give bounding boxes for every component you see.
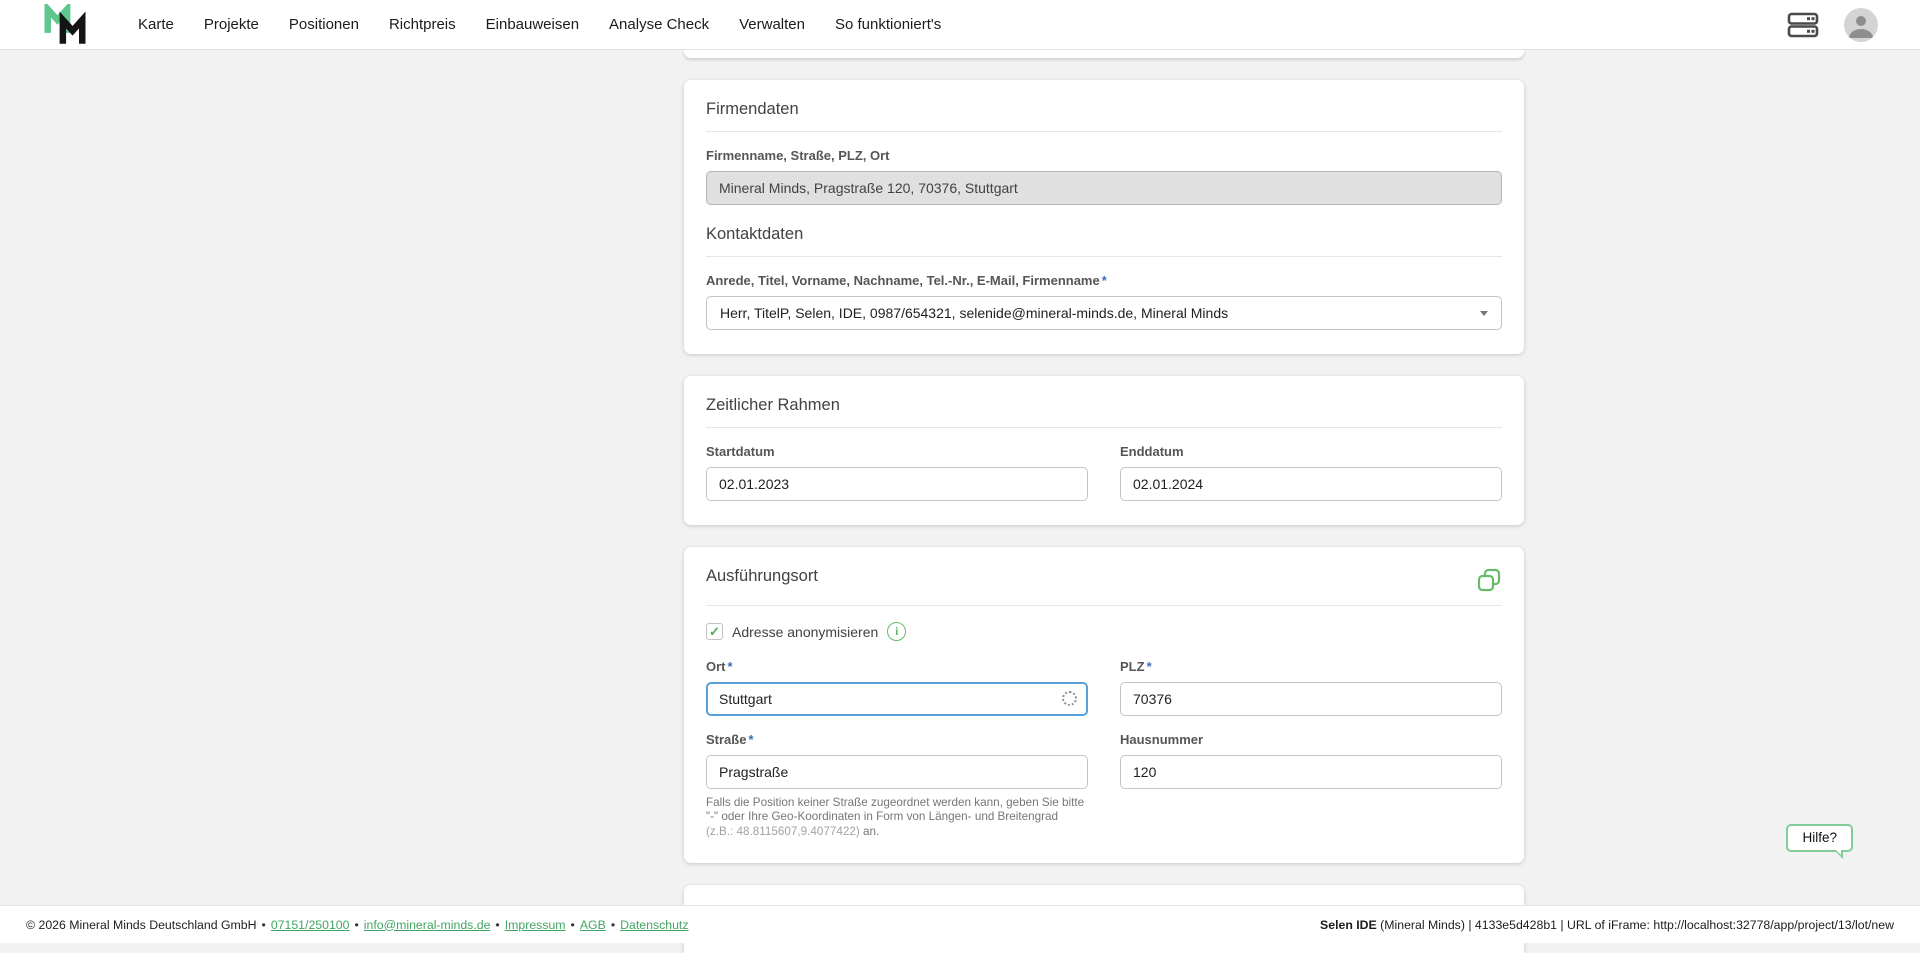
footer-debug-info: Selen IDE (Mineral Minds) | 4133e5d428b1… (1320, 918, 1894, 932)
logo-graphic (42, 4, 88, 46)
ausfuehrungsort-title: Ausführungsort (706, 567, 818, 586)
plz-label: PLZ* (1120, 659, 1502, 674)
loading-spinner-icon (1062, 691, 1077, 706)
startdatum-label: Startdatum (706, 444, 1088, 459)
copy-icon[interactable] (1476, 567, 1502, 593)
ide-name: Selen IDE (1320, 918, 1377, 932)
strasse-helper-text: Falls die Position keiner Straße zugeord… (706, 796, 1088, 839)
copyright-text: © 2026 Mineral Minds Deutschland GmbH (26, 918, 257, 932)
plz-group: PLZ* (1120, 659, 1502, 716)
contact-label: Anrede, Titel, Vorname, Nachname, Tel.-N… (706, 273, 1502, 288)
card-ausfuehrungsort: Ausführungsort ✓ Adresse anonymisieren i… (684, 547, 1524, 863)
footer-datenschutz-link[interactable]: Datenschutz (620, 918, 688, 932)
enddatum-field[interactable] (1120, 467, 1502, 501)
anonymize-label: Adresse anonymisieren (732, 624, 878, 640)
firmendaten-title: Firmendaten (706, 100, 1502, 119)
nav-item-analyse-check[interactable]: Analyse Check (609, 16, 709, 33)
enddatum-label: Enddatum (1120, 444, 1502, 459)
footer-impressum-link[interactable]: Impressum (505, 918, 566, 932)
divider (706, 256, 1502, 257)
hausnummer-group: Hausnummer (1120, 732, 1502, 839)
card-firmendaten: Firmendaten Firmenname, Straße, PLZ, Ort… (684, 80, 1524, 354)
nav-item-projekte[interactable]: Projekte (204, 16, 259, 33)
footer-agb-link[interactable]: AGB (580, 918, 606, 932)
nav-item-einbauweisen[interactable]: Einbauweisen (486, 16, 579, 33)
kontaktdaten-title: Kontaktdaten (706, 225, 1502, 244)
required-marker: * (728, 659, 733, 674)
required-marker: * (1102, 273, 1107, 288)
divider (706, 427, 1502, 428)
user-avatar-icon[interactable] (1844, 8, 1878, 42)
server-icon[interactable] (1786, 11, 1820, 39)
anonymize-checkbox[interactable]: ✓ (706, 623, 723, 640)
footer: © 2026 Mineral Minds Deutschland GmbH • … (0, 905, 1920, 943)
hausnummer-label: Hausnummer (1120, 732, 1502, 747)
mineral-minds-logo[interactable] (42, 4, 88, 46)
nav-links: Karte Projekte Positionen Richtpreis Ein… (138, 16, 941, 33)
footer-phone-link[interactable]: 07151/250100 (271, 918, 350, 932)
divider (706, 605, 1502, 606)
card-partial-top (684, 50, 1524, 58)
contact-select-value: Herr, TitelP, Selen, IDE, 0987/654321, s… (720, 305, 1228, 321)
ort-group: Ort* (706, 659, 1088, 716)
nav-item-karte[interactable]: Karte (138, 16, 174, 33)
info-icon[interactable]: i (887, 622, 906, 641)
nav-item-richtpreis[interactable]: Richtpreis (389, 16, 456, 33)
strasse-label: Straße* (706, 732, 1088, 747)
startdatum-group: Startdatum (706, 444, 1088, 501)
divider (706, 131, 1502, 132)
hausnummer-field[interactable] (1120, 755, 1502, 789)
footer-left: © 2026 Mineral Minds Deutschland GmbH • … (26, 918, 689, 932)
required-marker: * (748, 732, 753, 747)
footer-email-link[interactable]: info@mineral-minds.de (364, 918, 491, 932)
strasse-group: Straße* Falls die Position keiner Straße… (706, 732, 1088, 839)
startdatum-field[interactable] (706, 467, 1088, 501)
company-label: Firmenname, Straße, PLZ, Ort (706, 148, 1502, 163)
plz-field[interactable] (1120, 682, 1502, 716)
anonymize-row: ✓ Adresse anonymisieren i (706, 622, 1502, 641)
required-marker: * (1147, 659, 1152, 674)
geo-example: (z.B.: 48.8115607,9.4077422) (706, 825, 860, 838)
card-zeitlicher-rahmen: Zeitlicher Rahmen Startdatum Enddatum (684, 376, 1524, 525)
nav-item-verwalten[interactable]: Verwalten (739, 16, 805, 33)
help-button[interactable]: Hilfe? (1786, 824, 1853, 852)
navbar-right (1786, 8, 1878, 42)
enddatum-group: Enddatum (1120, 444, 1502, 501)
ort-field[interactable] (706, 682, 1088, 716)
zeitraum-title: Zeitlicher Rahmen (706, 396, 1502, 415)
contact-select[interactable]: Herr, TitelP, Selen, IDE, 0987/654321, s… (706, 296, 1502, 330)
chevron-down-icon (1480, 311, 1488, 316)
company-field (706, 171, 1502, 205)
main-content: Firmendaten Firmenname, Straße, PLZ, Ort… (684, 50, 1524, 953)
nav-item-so-funktionierts[interactable]: So funktioniert's (835, 16, 941, 33)
nav-item-positionen[interactable]: Positionen (289, 16, 359, 33)
top-navbar: Karte Projekte Positionen Richtpreis Ein… (0, 0, 1920, 50)
ort-label: Ort* (706, 659, 1088, 674)
strasse-field[interactable] (706, 755, 1088, 789)
check-icon: ✓ (709, 625, 720, 638)
